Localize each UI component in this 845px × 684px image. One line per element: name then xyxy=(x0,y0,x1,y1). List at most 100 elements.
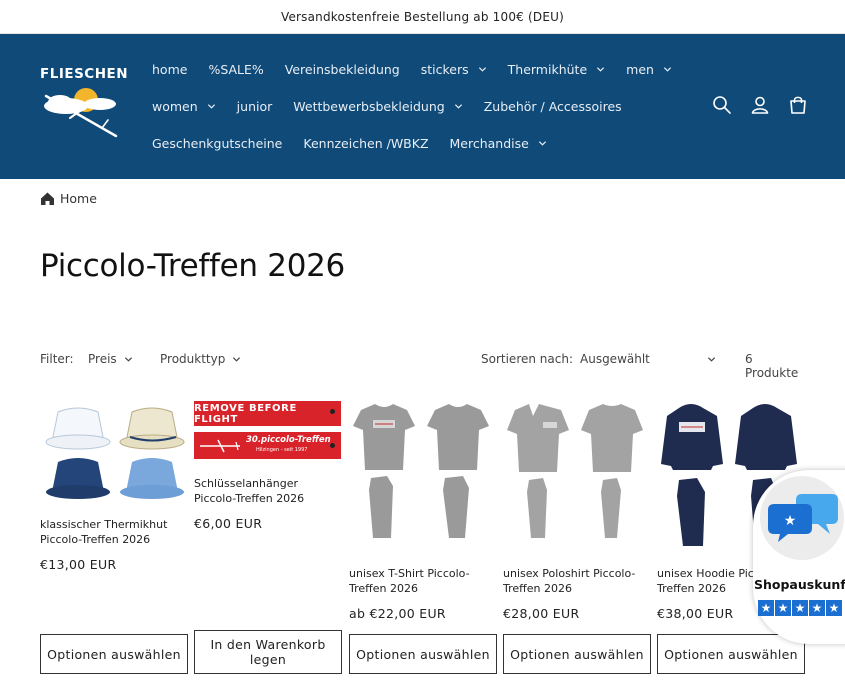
chevron-down-icon xyxy=(124,356,132,362)
product-price: €28,00 EUR xyxy=(503,606,580,621)
svg-text:★: ★ xyxy=(784,513,797,529)
filter-product-type-label: Produkttyp xyxy=(160,352,226,366)
product-image-tshirt[interactable] xyxy=(349,400,496,560)
choose-options-button[interactable]: Optionen auswählen xyxy=(40,634,188,674)
product-card[interactable]: unisex Poloshirt Piccolo-Treffen 2026 €2… xyxy=(503,400,650,621)
nav-item-kennzeichen[interactable]: Kennzeichen /WBKZ xyxy=(303,136,428,151)
nav-label: Geschenkgutscheine xyxy=(152,136,283,151)
tshirt-image xyxy=(353,404,489,538)
nav-item-vereinsbekleidung[interactable]: Vereinsbekleidung xyxy=(285,62,400,77)
choose-options-button[interactable]: Optionen auswählen xyxy=(349,634,497,674)
sort-select[interactable]: Ausgewählt xyxy=(580,352,716,366)
product-name[interactable]: unisex T-Shirt Piccolo-Treffen 2026 xyxy=(349,566,496,596)
filter-label: Filter: xyxy=(40,352,74,366)
nav-item-wettbewerbsbekleidung[interactable]: Wettbewerbsbekleidung xyxy=(293,99,462,114)
bucket-hats-image xyxy=(45,407,185,499)
nav-label: men xyxy=(626,62,654,77)
nav-item-sale[interactable]: %SALE% xyxy=(208,62,263,77)
nav-item-junior[interactable]: junior xyxy=(237,99,273,114)
sort-label: Sortieren nach: xyxy=(481,352,573,366)
widget-badge: ★ xyxy=(760,476,844,560)
store-logo[interactable]: FLIESCHEN xyxy=(40,66,128,146)
nav-item-geschenkgutscheine[interactable]: Geschenkgutscheine xyxy=(152,136,282,151)
home-icon xyxy=(41,192,54,205)
grommet-icon xyxy=(330,443,335,448)
account-icon[interactable] xyxy=(749,94,771,116)
product-price: €6,00 EUR xyxy=(194,516,263,531)
star-icon: ★ xyxy=(792,600,808,616)
chevron-down-icon xyxy=(233,356,241,362)
breadcrumb-home[interactable]: Home xyxy=(60,191,97,206)
nav-item-home[interactable]: home xyxy=(152,62,187,77)
nav-label: Wettbewerbsbekleidung xyxy=(293,99,445,114)
grommet-icon xyxy=(330,409,335,414)
star-icon: ★ xyxy=(758,600,774,616)
cart-icon[interactable] xyxy=(787,94,809,116)
tag-top-text: REMOVE BEFORE FLIGHT xyxy=(194,402,297,425)
star-icon: ★ xyxy=(809,600,825,616)
nav-label: stickers xyxy=(420,62,469,77)
product-image-keychain[interactable]: REMOVE BEFORE FLIGHT 30.piccolo-Treffen … xyxy=(194,400,341,470)
nav-item-merchandise[interactable]: Merchandise xyxy=(450,136,547,151)
choose-options-button[interactable]: Optionen auswählen xyxy=(657,634,805,674)
product-price: €13,00 EUR xyxy=(40,557,117,572)
chevron-down-icon xyxy=(207,104,215,109)
product-card[interactable]: unisex T-Shirt Piccolo-Treffen 2026 ab €… xyxy=(349,400,496,621)
filter-price[interactable]: Preis xyxy=(88,352,133,366)
chevron-down-icon xyxy=(597,67,605,72)
product-image-polo[interactable] xyxy=(503,400,650,560)
announcement-bar: Versandkostenfreie Bestellung ab 100€ (D… xyxy=(0,0,845,34)
chevron-down-icon xyxy=(478,67,486,72)
star-icon: ★ xyxy=(826,600,842,616)
widget-label: Shopauskunft xyxy=(754,577,845,592)
nav-label: home xyxy=(152,62,188,77)
breadcrumb[interactable]: Home xyxy=(40,191,97,206)
glider-logo-icon xyxy=(44,88,118,138)
keychain-tag-bottom: 30.piccolo-Treffen Hilzingen - seit 1997 xyxy=(194,432,341,459)
nav-item-women[interactable]: women xyxy=(152,99,216,114)
nav-item-zubehoer[interactable]: Zubehör / Accessoires xyxy=(484,99,622,114)
add-to-cart-button[interactable]: In den Warenkorb legen xyxy=(194,630,342,674)
chevron-down-icon xyxy=(663,67,672,72)
nav-label: Vereinsbekleidung xyxy=(284,62,400,77)
shopauskunft-widget[interactable]: ★ Shopauskunft ★ ★ ★ ★ ★ xyxy=(753,470,845,644)
announcement-text: Versandkostenfreie Bestellung ab 100€ (D… xyxy=(280,9,564,24)
main-nav-row-1: home %SALE% Vereinsbekleidung stickers T… xyxy=(152,62,693,77)
filter-product-type[interactable]: Produkttyp xyxy=(160,352,241,366)
search-icon[interactable] xyxy=(711,94,733,116)
product-card[interactable]: klassischer Thermikhut Piccolo-Treffen 2… xyxy=(40,400,187,572)
main-nav-row-3: Geschenkgutscheine Kennzeichen /WBKZ Mer… xyxy=(152,136,568,151)
product-image-hats[interactable] xyxy=(40,400,187,547)
filter-label-text: Filter: xyxy=(40,352,74,366)
main-nav-row-2: women junior Wettbewerbsbekleidung Zubeh… xyxy=(152,99,643,114)
filter-bar: Filter: Preis Produkttyp Sortieren nach:… xyxy=(40,352,805,380)
chat-bubbles-icon: ★ xyxy=(768,494,838,542)
choose-options-button[interactable]: Optionen auswählen xyxy=(503,634,651,674)
sort-value: Ausgewählt xyxy=(580,352,650,366)
nav-item-stickers[interactable]: stickers xyxy=(421,62,487,77)
sort-label-text: Sortieren nach: xyxy=(481,352,573,366)
nav-label: junior xyxy=(236,99,273,114)
product-count-text: 6 Produkte xyxy=(745,352,799,380)
nav-label: women xyxy=(152,99,198,114)
site-header: FLIESCHEN home %SALE% Vereinsbekleidung … xyxy=(0,34,845,179)
nav-label: Thermikhüte xyxy=(507,62,588,77)
nav-item-thermikhuete[interactable]: Thermikhüte xyxy=(508,62,606,77)
nav-label: Kennzeichen /WBKZ xyxy=(303,136,429,151)
star-icon: ★ xyxy=(775,600,791,616)
product-card[interactable]: REMOVE BEFORE FLIGHT 30.piccolo-Treffen … xyxy=(194,400,341,531)
page-title: Piccolo-Treffen 2026 xyxy=(40,248,345,284)
rating-stars: ★ ★ ★ ★ ★ xyxy=(758,600,843,616)
keychain-tag-top: REMOVE BEFORE FLIGHT xyxy=(194,401,341,426)
product-name[interactable]: Schlüsselanhänger Piccolo-Treffen 2026 xyxy=(194,476,341,506)
chevron-down-icon xyxy=(707,356,716,362)
product-price: ab €22,00 EUR xyxy=(349,606,446,621)
product-name[interactable]: unisex Poloshirt Piccolo-Treffen 2026 xyxy=(503,566,650,596)
chevron-down-icon xyxy=(454,104,462,109)
nav-label: Zubehör / Accessoires xyxy=(483,99,622,114)
header-icons xyxy=(695,94,809,116)
chevron-down-icon xyxy=(538,141,546,146)
product-count: 6 Produkte xyxy=(745,352,805,380)
tag-sub-text: Hilzingen - seit 1997 xyxy=(256,447,308,453)
nav-item-men[interactable]: men xyxy=(626,62,672,77)
